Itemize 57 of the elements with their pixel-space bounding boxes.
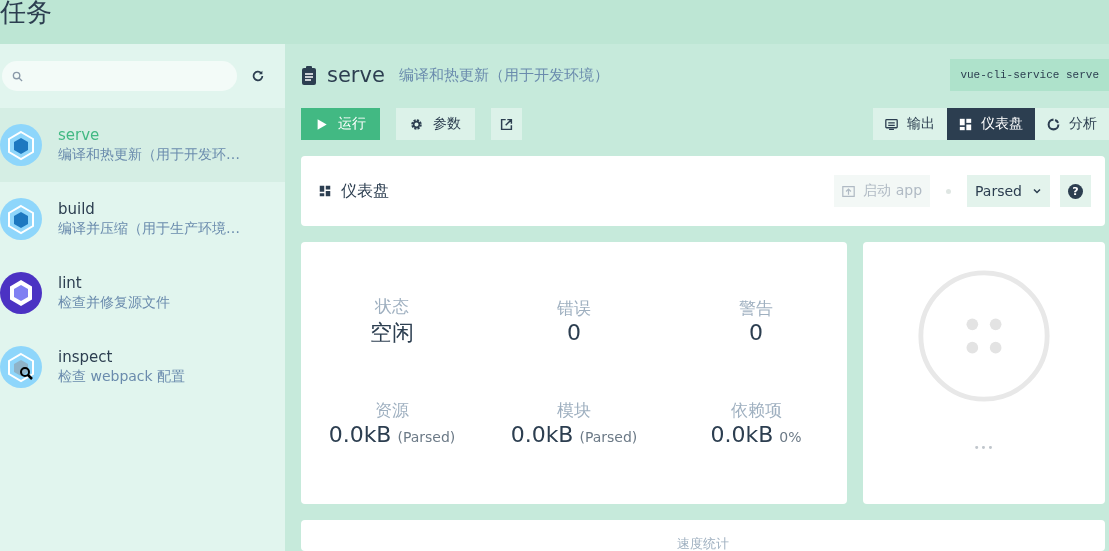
stat-value: 空闲: [370, 318, 414, 347]
speed-title: 速度统计: [677, 536, 729, 551]
view-tab[interactable]: 分析: [1035, 108, 1109, 140]
task-item[interactable]: inspect 检查 webpack 配置: [0, 330, 285, 404]
page-title: 任务: [0, 0, 52, 25]
gear-icon: [410, 117, 423, 131]
stat-value: 0: [567, 320, 581, 345]
external-link-icon: [500, 117, 513, 131]
task-description: 编译并压缩（用于生产环境…: [58, 220, 240, 238]
monitor-icon: [885, 117, 898, 131]
separator-dot: [946, 188, 952, 194]
grid-icon: [319, 185, 331, 197]
stat-note: 0%: [779, 429, 802, 445]
refresh-icon[interactable]: [251, 69, 265, 83]
progress-status: •••: [973, 442, 995, 453]
search-icon: [12, 70, 23, 82]
stat-label: 模块: [557, 399, 591, 422]
task-name: serve: [58, 126, 101, 144]
view-tab[interactable]: 输出: [873, 108, 947, 140]
task-name: lint: [58, 274, 83, 292]
cube-icon: [0, 346, 42, 388]
search-field[interactable]: [2, 61, 237, 91]
command-label: vue-cli-service serve: [950, 59, 1109, 91]
task-item[interactable]: build 编译并压缩（用于生产环境…: [0, 182, 285, 256]
task-description: 检查并修复源文件: [58, 294, 170, 312]
task-name: inspect: [58, 348, 114, 366]
cube-icon: [0, 124, 42, 166]
clipboard-icon: [301, 65, 317, 85]
stat-note: (Parsed): [579, 429, 638, 445]
params-button[interactable]: 参数: [396, 108, 475, 140]
stat-note: (Parsed): [397, 429, 456, 445]
upload-icon: [842, 184, 856, 198]
stat-label: 警告: [739, 297, 773, 320]
help-button[interactable]: ?: [1060, 175, 1091, 207]
stat-label: 错误: [557, 297, 591, 320]
task-description: 检查 webpack 配置: [58, 368, 186, 386]
mode-dropdown[interactable]: Parsed: [967, 175, 1050, 207]
play-icon: [315, 117, 328, 131]
ring-icon: [1047, 117, 1060, 131]
task-description: 编译和热更新（用于开发环…: [58, 146, 240, 164]
dashboard-title: 仪表盘: [341, 180, 389, 202]
task-title: serve: [327, 63, 385, 87]
stat-value: 0.0kB: [510, 422, 574, 447]
task-name: build: [58, 200, 96, 218]
task-description: 编译和热更新（用于开发环境）: [398, 65, 609, 85]
cube-icon: [0, 198, 42, 240]
stat-value: 0.0kB: [328, 422, 392, 447]
task-item[interactable]: lint 检查并修复源文件: [0, 256, 285, 330]
grid-icon: [959, 117, 972, 131]
stat-label: 依赖项: [730, 399, 782, 422]
stat-value: 0: [749, 320, 763, 345]
view-tab[interactable]: 仪表盘: [947, 108, 1035, 140]
stat-value: 0.0kB: [710, 422, 774, 447]
chevron-icon: [1032, 186, 1042, 196]
stat-label: 状态: [375, 294, 409, 318]
stat-label: 资源: [375, 399, 409, 422]
open-external-button[interactable]: [491, 108, 522, 140]
